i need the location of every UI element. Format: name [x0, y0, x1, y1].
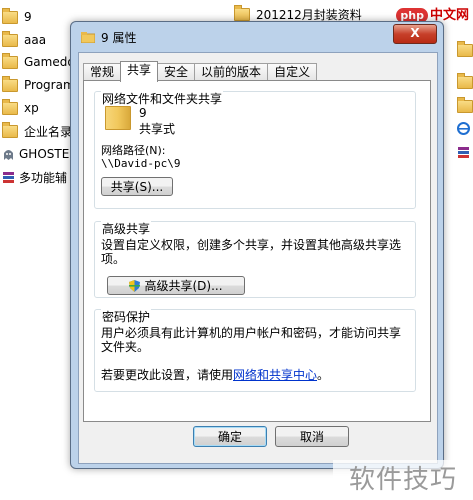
- advanced-sharing-button[interactable]: 高级共享(D)...: [107, 276, 245, 295]
- password-description: 用户必须具有此计算机的用户帐户和密码，才能访问共享文件夹。: [101, 326, 402, 354]
- archive-icon: [3, 171, 14, 183]
- list-item[interactable]: 9: [0, 7, 32, 26]
- advanced-sharing-group: 高级共享 设置自定义权限，创建多个共享，并设置其他高级共享选项。 高级共享(D)…: [94, 220, 416, 298]
- share-name: 9: [139, 106, 147, 120]
- network-path-value: \\David-pc\9: [101, 157, 181, 170]
- tab-general[interactable]: 常规: [83, 63, 122, 81]
- file-name: xp: [24, 101, 39, 115]
- properties-dialog: 9 属性 X 常规 共享 安全 以前的版本 自定义 网络文件和文件夹共享 9 共…: [70, 21, 444, 469]
- tab-security[interactable]: 安全: [157, 63, 196, 81]
- network-path-label: 网络路径(N):: [101, 144, 166, 157]
- advanced-sharing-label: 高级共享(D)...: [144, 279, 223, 293]
- file-name: Program: [24, 78, 75, 92]
- ie-icon: [457, 122, 470, 135]
- list-item[interactable]: aaa: [0, 30, 47, 49]
- folder-icon: [81, 31, 95, 43]
- list-item[interactable]: xp: [0, 98, 39, 117]
- folder-icon: [457, 97, 473, 113]
- watermark-bottom: 软件技巧: [333, 460, 473, 500]
- change-setting-text: 若要更改此设置，请使用网络和共享中心。: [101, 366, 329, 383]
- archive-icon: [458, 147, 469, 158]
- list-item[interactable]: GHOSTE: [0, 145, 69, 163]
- file-name: Gamedo: [24, 55, 75, 69]
- folder-icon: [457, 73, 473, 89]
- share-button[interactable]: 共享(S)...: [101, 177, 173, 196]
- close-button[interactable]: X: [393, 24, 437, 44]
- uac-shield-icon: [129, 280, 141, 292]
- advanced-sharing-description: 设置自定义权限，创建多个共享，并设置其他高级共享选项。: [101, 238, 402, 266]
- dialog-client: 常规 共享 安全 以前的版本 自定义 网络文件和文件夹共享 9 共享式 网络路径…: [78, 52, 438, 464]
- tab-previous-versions[interactable]: 以前的版本: [194, 63, 269, 81]
- network-sharing-center-link[interactable]: 网络和共享中心: [233, 368, 317, 382]
- cancel-button[interactable]: 取消: [275, 426, 349, 447]
- folder-icon: [2, 52, 18, 69]
- tab-sharing[interactable]: 共享: [120, 61, 159, 82]
- dialog-titlebar[interactable]: 9 属性 X: [71, 22, 443, 52]
- dialog-title: 9 属性: [101, 30, 137, 45]
- folder-icon: [2, 30, 18, 47]
- group-title: 密码保护: [101, 308, 152, 325]
- folder-icon: [2, 98, 18, 115]
- tab-customize[interactable]: 自定义: [267, 63, 318, 81]
- group-title: 网络文件和文件夹共享: [101, 90, 224, 107]
- tab-strip: 常规 共享 安全 以前的版本 自定义: [83, 61, 318, 82]
- password-protection-group: 密码保护 用户必须具有此计算机的用户帐户和密码，才能访问共享文件夹。 若要更改此…: [94, 308, 416, 392]
- ok-button[interactable]: 确定: [193, 426, 267, 447]
- close-icon: X: [410, 26, 420, 40]
- file-name: 企业名录: [24, 124, 73, 139]
- folder-icon: [2, 121, 18, 138]
- list-item[interactable]: 多功能辅: [0, 168, 67, 186]
- list-item[interactable]: Gamedo: [0, 52, 75, 71]
- file-name: 多功能辅: [19, 170, 68, 185]
- folder-icon: [2, 7, 18, 24]
- sharing-panel: 网络文件和文件夹共享 9 共享式 网络路径(N): \\David-pc\9 共…: [83, 80, 431, 422]
- ghost-app-icon: [4, 149, 13, 160]
- change-suffix: 。: [317, 368, 330, 382]
- share-status: 共享式: [139, 122, 176, 136]
- network-sharing-group: 网络文件和文件夹共享 9 共享式 网络路径(N): \\David-pc\9 共…: [94, 90, 416, 209]
- list-item[interactable]: 企业名录: [0, 121, 73, 140]
- list-item[interactable]: Program: [0, 75, 75, 94]
- file-name: GHOSTE: [19, 147, 70, 161]
- shared-folder-icon: [105, 106, 131, 130]
- file-name: 9: [24, 10, 32, 24]
- group-title: 高级共享: [101, 220, 152, 237]
- folder-icon: [2, 75, 18, 92]
- folder-icon: [234, 5, 250, 21]
- folder-icon: [457, 41, 473, 57]
- change-prefix: 若要更改此设置，请使用: [101, 368, 234, 382]
- file-name: aaa: [24, 33, 47, 47]
